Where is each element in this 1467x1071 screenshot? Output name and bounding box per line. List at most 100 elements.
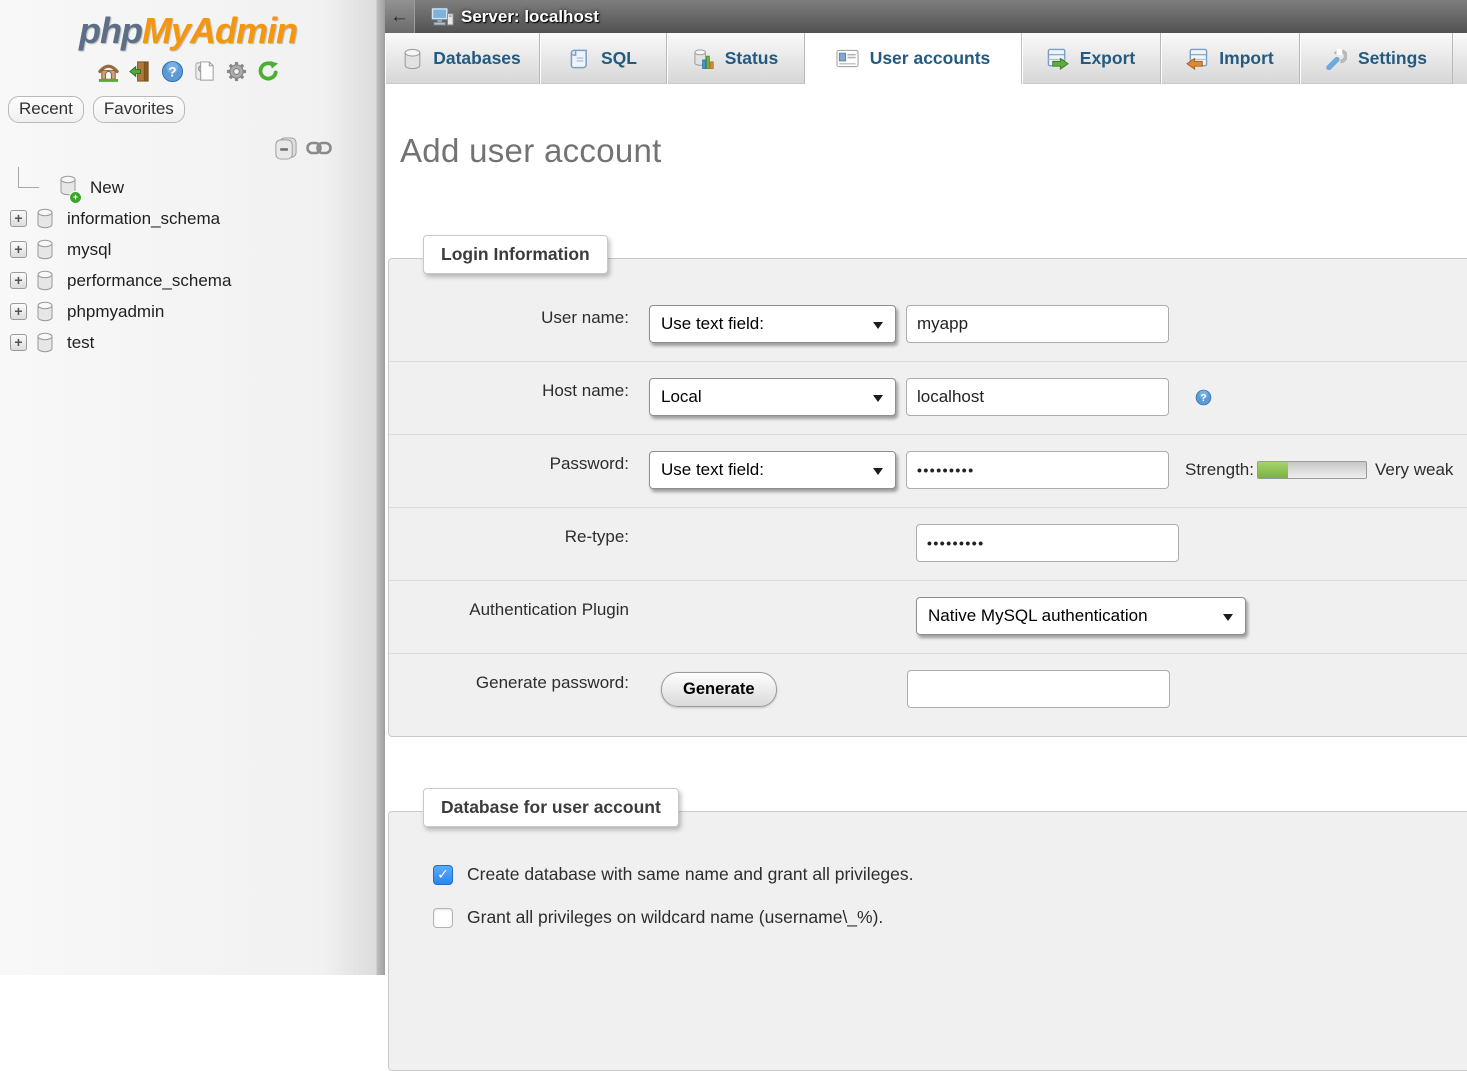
username-label: User name: — [389, 305, 629, 328]
password-label: Password: — [389, 451, 629, 474]
strength-text: Very weak — [1375, 460, 1453, 480]
recent-button[interactable]: Recent — [8, 96, 84, 123]
username-input[interactable] — [906, 305, 1169, 343]
new-database-icon: + — [50, 175, 77, 201]
retype-password-input[interactable] — [916, 524, 1179, 562]
documentation-icon[interactable] — [193, 60, 216, 83]
login-information-fieldset: Login Information User name: Use text fi… — [388, 258, 1467, 737]
wrench-icon — [1325, 48, 1347, 70]
expand-icon[interactable]: + — [10, 303, 27, 320]
quick-access-row: Recent Favorites — [8, 96, 376, 123]
tab-label: Import — [1219, 48, 1273, 69]
generate-button[interactable]: Generate — [661, 672, 777, 707]
checkbox-unchecked-icon[interactable] — [433, 908, 453, 928]
database-tree: + New + information_schema + mysql + — [0, 172, 376, 358]
database-for-user-fieldset: Database for user account ✓ Create datab… — [388, 811, 1467, 1071]
password-row: Password: Use text field: Strength: Very… — [389, 435, 1467, 508]
hostname-label: Host name: — [389, 378, 629, 401]
server-title: Server: localhost — [461, 7, 599, 27]
log-out-icon[interactable] — [129, 60, 152, 83]
database-icon — [36, 332, 54, 353]
tree-item-database[interactable]: + phpmyadmin — [0, 296, 376, 327]
database-icon — [36, 301, 54, 322]
hostname-type-select[interactable]: Local — [649, 378, 896, 416]
checkbox-label[interactable]: Grant all privileges on wildcard name (u… — [467, 907, 883, 928]
settings-icon[interactable] — [225, 60, 248, 83]
auth-plugin-label: Authentication Plugin — [389, 597, 629, 620]
database-icon — [36, 208, 54, 229]
navigation-sidebar: phpMyAdmin ? — [0, 0, 376, 975]
tab-status[interactable]: Status — [667, 33, 805, 84]
logo-myadmin-part: MyAdmin — [142, 10, 297, 51]
main-panel: ← Server: localhost Databases — [385, 0, 1467, 975]
tree-item-label[interactable]: New — [90, 178, 124, 198]
tree-controls — [0, 136, 332, 160]
tab-export[interactable]: Export — [1022, 33, 1161, 84]
collapse-all-icon[interactable] — [273, 136, 298, 161]
checkbox-label[interactable]: Create database with same name and grant… — [467, 864, 914, 885]
password-type-select[interactable]: Use text field: — [649, 451, 896, 489]
tab-user-accounts[interactable]: User accounts — [805, 33, 1022, 84]
checkbox-checked-icon[interactable]: ✓ — [433, 865, 453, 885]
strength-label: Strength: — [1185, 460, 1254, 480]
tree-item-label[interactable]: mysql — [67, 240, 111, 260]
help-icon[interactable]: ? — [161, 60, 184, 83]
expand-icon[interactable]: + — [10, 272, 27, 289]
tab-databases[interactable]: Databases — [385, 33, 540, 84]
reload-icon[interactable] — [257, 60, 280, 83]
auth-plugin-row: Authentication Plugin Native MySQL authe… — [389, 581, 1467, 654]
phpmyadmin-logo[interactable]: phpMyAdmin — [0, 0, 376, 52]
expand-icon[interactable]: + — [10, 241, 27, 258]
tree-item-database[interactable]: + information_schema — [0, 203, 376, 234]
generated-password-input[interactable] — [907, 670, 1170, 708]
server-icon — [430, 6, 454, 28]
hostname-input[interactable] — [906, 378, 1169, 416]
tree-item-label[interactable]: information_schema — [67, 209, 220, 229]
expand-icon[interactable]: + — [10, 334, 27, 351]
strength-meter — [1257, 461, 1367, 479]
export-icon — [1047, 48, 1069, 70]
tab-label: Export — [1080, 48, 1135, 69]
tree-item-database[interactable]: + test — [0, 327, 376, 358]
create-database-option[interactable]: ✓ Create database with same name and gra… — [433, 864, 1467, 885]
database-icon — [36, 270, 54, 291]
generate-password-label: Generate password: — [389, 670, 629, 693]
auth-plugin-select[interactable]: Native MySQL authentication — [916, 597, 1246, 635]
username-type-select[interactable]: Use text field: — [649, 305, 896, 343]
password-strength: Strength: Very weak — [1185, 460, 1453, 480]
svg-text:?: ? — [168, 64, 176, 79]
back-arrow-button[interactable]: ← — [385, 0, 415, 33]
tree-item-label[interactable]: performance_schema — [67, 271, 231, 291]
database-icon — [36, 239, 54, 260]
sidebar-splitter[interactable] — [376, 0, 385, 975]
tree-item-database[interactable]: + mysql — [0, 234, 376, 265]
tab-label: Databases — [433, 48, 521, 69]
hostname-help-icon[interactable]: ? — [1195, 389, 1212, 406]
expand-icon[interactable]: + — [10, 210, 27, 227]
database-for-user-legend: Database for user account — [423, 788, 679, 827]
page-content: Add user account Login Information User … — [385, 132, 1467, 1071]
user-accounts-icon — [836, 49, 859, 68]
tab-label: Status — [725, 48, 778, 69]
sql-icon — [569, 48, 590, 70]
tab-settings[interactable]: Settings — [1300, 33, 1453, 84]
import-icon — [1186, 48, 1208, 70]
username-row: User name: Use text field: — [389, 289, 1467, 362]
strength-meter-fill — [1258, 462, 1288, 478]
server-topbar: ← Server: localhost — [385, 0, 1467, 33]
plus-badge-icon: + — [69, 191, 82, 204]
chevron-down-icon — [873, 468, 883, 480]
tree-item-label[interactable]: phpmyadmin — [67, 302, 164, 322]
tab-import[interactable]: Import — [1161, 33, 1300, 84]
grant-wildcard-option[interactable]: Grant all privileges on wildcard name (u… — [433, 907, 1467, 928]
home-icon[interactable] — [97, 60, 120, 83]
tree-item-label[interactable]: test — [67, 333, 94, 353]
tree-item-database[interactable]: + performance_schema — [0, 265, 376, 296]
password-input[interactable] — [906, 451, 1169, 489]
favorites-button[interactable]: Favorites — [93, 96, 185, 123]
tab-sql[interactable]: SQL — [540, 33, 667, 84]
tree-item-new[interactable]: + New — [0, 172, 376, 203]
link-panel-icon[interactable] — [306, 140, 332, 156]
logo-php-part: php — [79, 10, 142, 51]
status-icon — [693, 48, 714, 70]
